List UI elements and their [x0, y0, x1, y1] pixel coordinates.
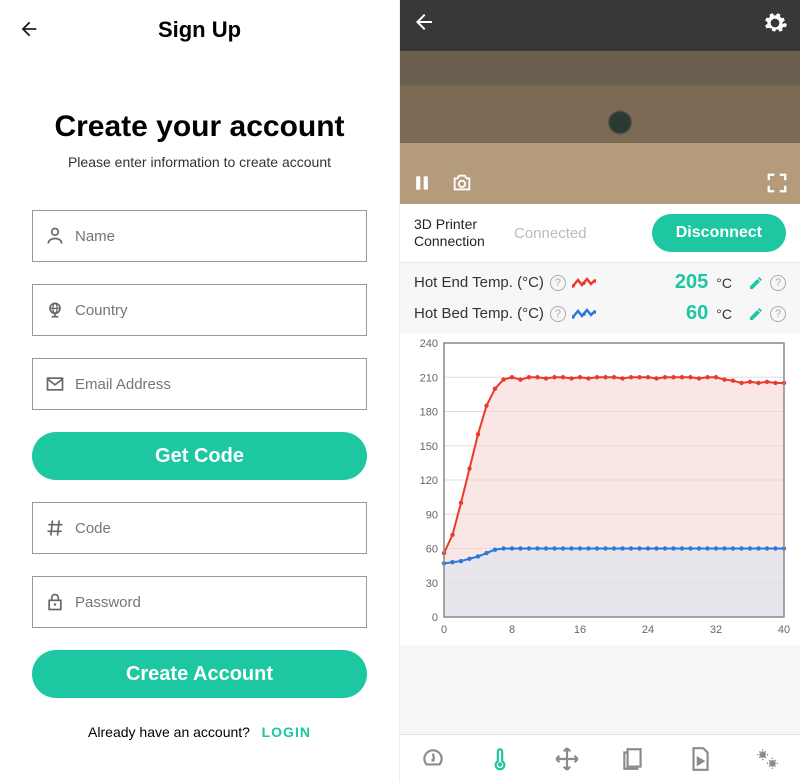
move-tab-icon[interactable] [554, 746, 580, 772]
settings-tab-icon[interactable] [754, 746, 780, 772]
edit-hotbed-icon[interactable] [748, 306, 764, 322]
camera-back-icon[interactable] [412, 10, 436, 34]
help-icon[interactable]: ? [550, 306, 566, 322]
person-icon [45, 226, 65, 246]
edit-hotend-icon[interactable] [748, 275, 764, 291]
connection-state: Connected [514, 225, 642, 242]
svg-text:30: 30 [426, 578, 438, 590]
svg-text:210: 210 [420, 372, 438, 384]
email-field[interactable] [32, 358, 367, 410]
hotbed-series-icon [572, 308, 596, 320]
hotend-temp-label: Hot End Temp. (°C) [414, 274, 544, 291]
svg-text:32: 32 [710, 624, 722, 636]
svg-text:240: 240 [420, 338, 438, 350]
svg-text:24: 24 [642, 624, 654, 636]
bottom-tabbar [400, 734, 800, 782]
svg-text:16: 16 [574, 624, 586, 636]
hotbed-temp-value: 60 [686, 302, 708, 325]
help-icon[interactable]: ? [770, 275, 786, 291]
svg-text:60: 60 [426, 544, 438, 556]
create-account-heading: Create your account [0, 110, 399, 144]
hotend-temp-value: 205 [675, 271, 708, 294]
page-title: Sign Up [158, 17, 241, 43]
svg-text:150: 150 [420, 441, 438, 453]
password-field[interactable] [32, 576, 367, 628]
settings-gear-icon[interactable] [762, 10, 788, 36]
hotbed-temp-label: Hot Bed Temp. (°C) [414, 305, 544, 322]
help-icon[interactable]: ? [550, 275, 566, 291]
disconnect-button[interactable]: Disconnect [652, 214, 786, 252]
globe-icon [45, 300, 65, 320]
temperature-tab-icon[interactable] [487, 746, 513, 772]
dashboard-tab-icon[interactable] [420, 746, 446, 772]
hash-icon [45, 518, 65, 538]
hotend-series-icon [572, 277, 596, 289]
svg-text:0: 0 [432, 612, 438, 624]
temp-unit: °C [716, 306, 732, 322]
mail-icon [45, 374, 65, 394]
code-input[interactable] [75, 520, 354, 537]
svg-text:120: 120 [420, 475, 438, 487]
login-link[interactable]: LOGIN [262, 724, 311, 740]
svg-text:90: 90 [426, 509, 438, 521]
connection-label: 3D Printer Connection [414, 216, 504, 250]
svg-text:0: 0 [441, 624, 447, 636]
password-input[interactable] [75, 594, 354, 611]
camera-feed [400, 0, 800, 204]
name-field[interactable] [32, 210, 367, 262]
country-field[interactable] [32, 284, 367, 336]
lock-icon [45, 592, 65, 612]
name-input[interactable] [75, 228, 354, 245]
pause-icon[interactable] [412, 173, 432, 193]
camera-capture-icon[interactable] [450, 172, 474, 194]
login-prompt-text: Already have an account? [88, 724, 250, 740]
create-account-button[interactable]: Create Account [32, 650, 367, 698]
country-input[interactable] [75, 302, 354, 319]
temperature-chart: 0 30 60 90 120 150 180 210 240 0 8 16 24 32 40 [410, 337, 790, 637]
email-input[interactable] [75, 376, 354, 393]
help-icon[interactable]: ? [770, 306, 786, 322]
files-tab-icon[interactable] [620, 746, 646, 772]
svg-text:40: 40 [778, 624, 790, 636]
fullscreen-icon[interactable] [766, 172, 788, 194]
back-icon[interactable] [18, 18, 40, 40]
svg-text:8: 8 [509, 624, 515, 636]
create-account-subtitle: Please enter information to create accou… [0, 154, 399, 170]
code-field[interactable] [32, 502, 367, 554]
svg-text:180: 180 [420, 407, 438, 419]
video-file-tab-icon[interactable] [687, 746, 713, 772]
temp-unit: °C [716, 275, 732, 291]
get-code-button[interactable]: Get Code [32, 432, 367, 480]
